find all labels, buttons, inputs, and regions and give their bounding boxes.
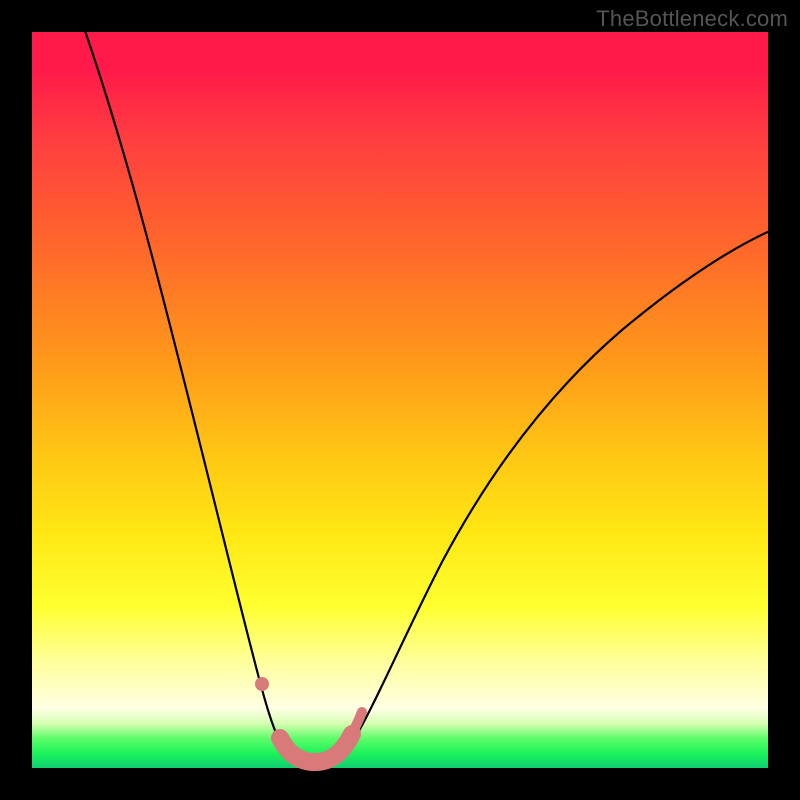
- chart-svg: [32, 32, 768, 768]
- curve-left-branch: [84, 28, 284, 750]
- watermark-text: TheBottleneck.com: [596, 6, 788, 32]
- curve-right-branch: [350, 230, 772, 746]
- highlight-dot: [255, 677, 269, 691]
- outer-frame: TheBottleneck.com: [0, 0, 800, 800]
- highlight-bowl: [280, 734, 352, 762]
- plot-area: [32, 32, 768, 768]
